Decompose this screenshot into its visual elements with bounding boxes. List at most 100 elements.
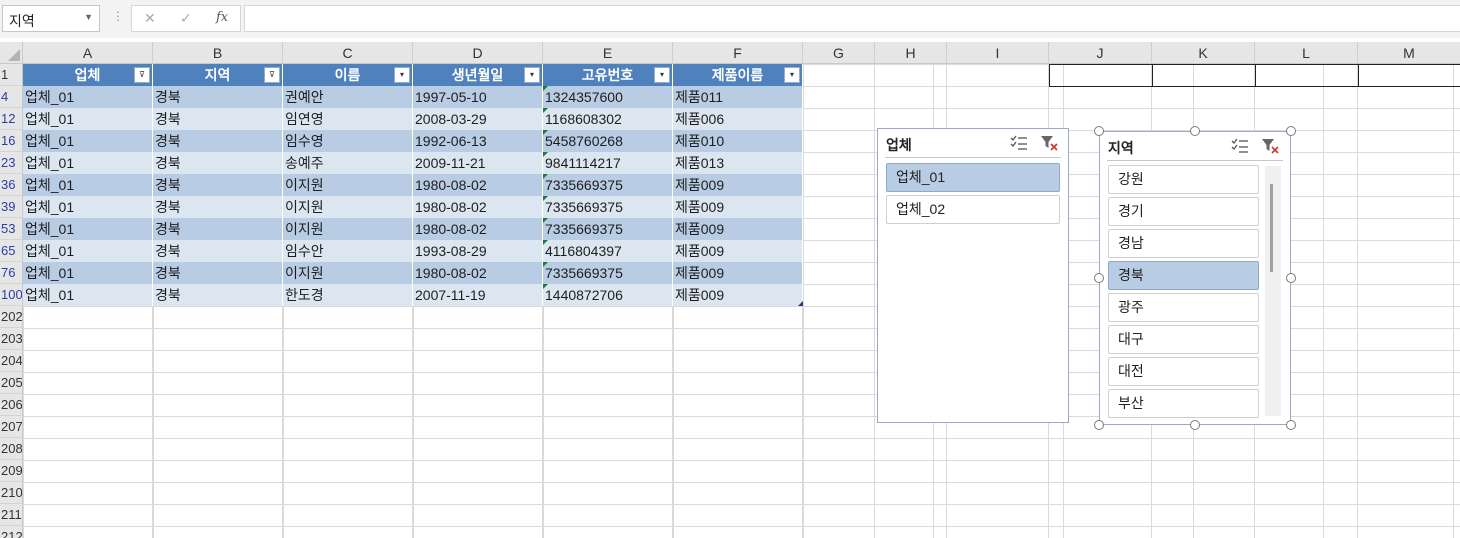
table-cell[interactable]: 제품009 (673, 218, 803, 240)
row-header-203[interactable]: 203 (0, 328, 23, 350)
slicer-region-item[interactable]: 대전 (1108, 357, 1259, 386)
table-cell[interactable]: 이지원 (283, 262, 413, 284)
table-cell[interactable]: 송예주 (283, 152, 413, 174)
resize-handle-1[interactable] (1190, 126, 1200, 136)
column-header-j[interactable]: J (1049, 42, 1152, 64)
row-header-12[interactable]: 12 (0, 108, 23, 130)
resize-handle-4[interactable] (1286, 273, 1296, 283)
row-header-209[interactable]: 209 (0, 460, 23, 482)
select-all-corner[interactable] (0, 42, 23, 64)
table-cell[interactable]: 이지원 (283, 218, 413, 240)
slicer-region-item[interactable]: 경남 (1108, 229, 1259, 258)
table-cell[interactable]: 1980-08-02 (413, 174, 543, 196)
row-header-1[interactable]: 1 (0, 64, 23, 86)
table-cell[interactable]: 경북 (153, 240, 283, 262)
formula-input[interactable] (244, 5, 1460, 32)
column-header-i[interactable]: I (947, 42, 1049, 64)
resize-handle-6[interactable] (1190, 420, 1200, 430)
column-header-a[interactable]: A (23, 42, 153, 64)
resize-handle-0[interactable] (1094, 126, 1104, 136)
clear-filter-icon[interactable] (1261, 138, 1279, 154)
column-header-m[interactable]: M (1358, 42, 1460, 64)
table-cell[interactable]: 제품009 (673, 240, 803, 262)
table-cell[interactable]: 권예안 (283, 86, 413, 108)
multi-select-icon[interactable] (1231, 138, 1249, 154)
table-cell[interactable]: 한도경 (283, 284, 413, 306)
table-header-4[interactable]: 고유번호 ▾ (543, 64, 673, 86)
filter-dropdown-icon[interactable]: ▾ (524, 67, 540, 83)
table-cell[interactable]: 제품013 (673, 152, 803, 174)
table-cell[interactable]: 경북 (153, 108, 283, 130)
slicer-region[interactable]: 지역 강원 경기 경남 경북 광주 대구 대전 부산 (1099, 131, 1291, 425)
resize-handle-7[interactable] (1286, 420, 1296, 430)
table-cell[interactable]: 업체_01 (23, 218, 153, 240)
filter-active-icon[interactable]: ⊽ (134, 67, 150, 83)
cancel-icon[interactable]: ✕ (144, 10, 156, 27)
slicer-region-item[interactable]: 대구 (1108, 325, 1259, 354)
table-cell[interactable]: 제품010 (673, 130, 803, 152)
table-cell[interactable]: 임수영 (283, 130, 413, 152)
resize-handle-2[interactable] (1286, 126, 1296, 136)
column-header-f[interactable]: F (673, 42, 803, 64)
table-cell[interactable]: 경북 (153, 130, 283, 152)
table-cell[interactable]: 경북 (153, 218, 283, 240)
table-cell[interactable]: 7335669375 (543, 196, 673, 218)
row-header-39[interactable]: 39 (0, 196, 23, 218)
slicer-region-item[interactable]: 경기 (1108, 197, 1259, 226)
formula-bar-grip-icon[interactable]: ⋮ (112, 9, 124, 23)
table-header-2[interactable]: 이름 ▾ (283, 64, 413, 86)
table-cell[interactable]: 제품011 (673, 86, 803, 108)
filter-dropdown-icon[interactable]: ▾ (784, 67, 800, 83)
name-box-dropdown-icon[interactable]: ▼ (84, 12, 93, 22)
table-cell[interactable]: 업체_01 (23, 262, 153, 284)
table-cell[interactable]: 5458760268 (543, 130, 673, 152)
column-header-h[interactable]: H (875, 42, 947, 64)
slicer-region-scrollbar[interactable] (1265, 166, 1281, 416)
table-cell[interactable]: 2009-11-21 (413, 152, 543, 174)
table-cell[interactable]: 경북 (153, 262, 283, 284)
slicer-company-item[interactable]: 업체_01 (886, 163, 1060, 192)
table-cell[interactable]: 제품009 (673, 174, 803, 196)
row-header-100[interactable]: 100 (0, 284, 23, 306)
table-cell[interactable]: 업체_01 (23, 130, 153, 152)
column-header-l[interactable]: L (1255, 42, 1358, 64)
table-cell[interactable]: 1440872706 (543, 284, 673, 306)
table-cell[interactable]: 제품006 (673, 108, 803, 130)
table-cell[interactable]: 1993-08-29 (413, 240, 543, 262)
table-cell[interactable]: 1997-05-10 (413, 86, 543, 108)
filter-dropdown-icon[interactable]: ▾ (394, 67, 410, 83)
resize-handle-5[interactable] (1094, 420, 1104, 430)
table-cell[interactable]: 제품009 (673, 196, 803, 218)
filter-active-icon[interactable]: ⊽ (264, 67, 280, 83)
table-cell[interactable]: 임수안 (283, 240, 413, 262)
column-header-e[interactable]: E (543, 42, 673, 64)
slicer-region-item[interactable]: 광주 (1108, 293, 1259, 322)
row-header-205[interactable]: 205 (0, 372, 23, 394)
table-header-0[interactable]: 업체 ⊽ (23, 64, 153, 86)
clear-filter-icon[interactable] (1040, 135, 1058, 151)
table-header-3[interactable]: 생년월일 ▾ (413, 64, 543, 86)
row-header-36[interactable]: 36 (0, 174, 23, 196)
row-header-53[interactable]: 53 (0, 218, 23, 240)
table-cell[interactable]: 경북 (153, 284, 283, 306)
table-cell[interactable]: 2008-03-29 (413, 108, 543, 130)
multi-select-icon[interactable] (1010, 135, 1028, 151)
table-cell[interactable]: 1168608302 (543, 108, 673, 130)
table-cell[interactable]: 1980-08-02 (413, 218, 543, 240)
table-cell[interactable]: 업체_01 (23, 86, 153, 108)
slicer-region-item[interactable]: 경북 (1108, 261, 1259, 290)
table-cell[interactable]: 7335669375 (543, 218, 673, 240)
table-cell[interactable]: 업체_01 (23, 240, 153, 262)
table-cell[interactable]: 4116804397 (543, 240, 673, 262)
table-cell[interactable]: 1980-08-02 (413, 196, 543, 218)
row-header-204[interactable]: 204 (0, 350, 23, 372)
column-header-g[interactable]: G (803, 42, 875, 64)
insert-function-icon[interactable]: fx (216, 10, 228, 25)
table-cell[interactable]: 경북 (153, 152, 283, 174)
table-cell[interactable]: 2007-11-19 (413, 284, 543, 306)
enter-icon[interactable]: ✓ (180, 10, 192, 27)
row-header-206[interactable]: 206 (0, 394, 23, 416)
table-cell[interactable]: 1324357600 (543, 86, 673, 108)
row-header-208[interactable]: 208 (0, 438, 23, 460)
table-cell[interactable]: 1992-06-13 (413, 130, 543, 152)
